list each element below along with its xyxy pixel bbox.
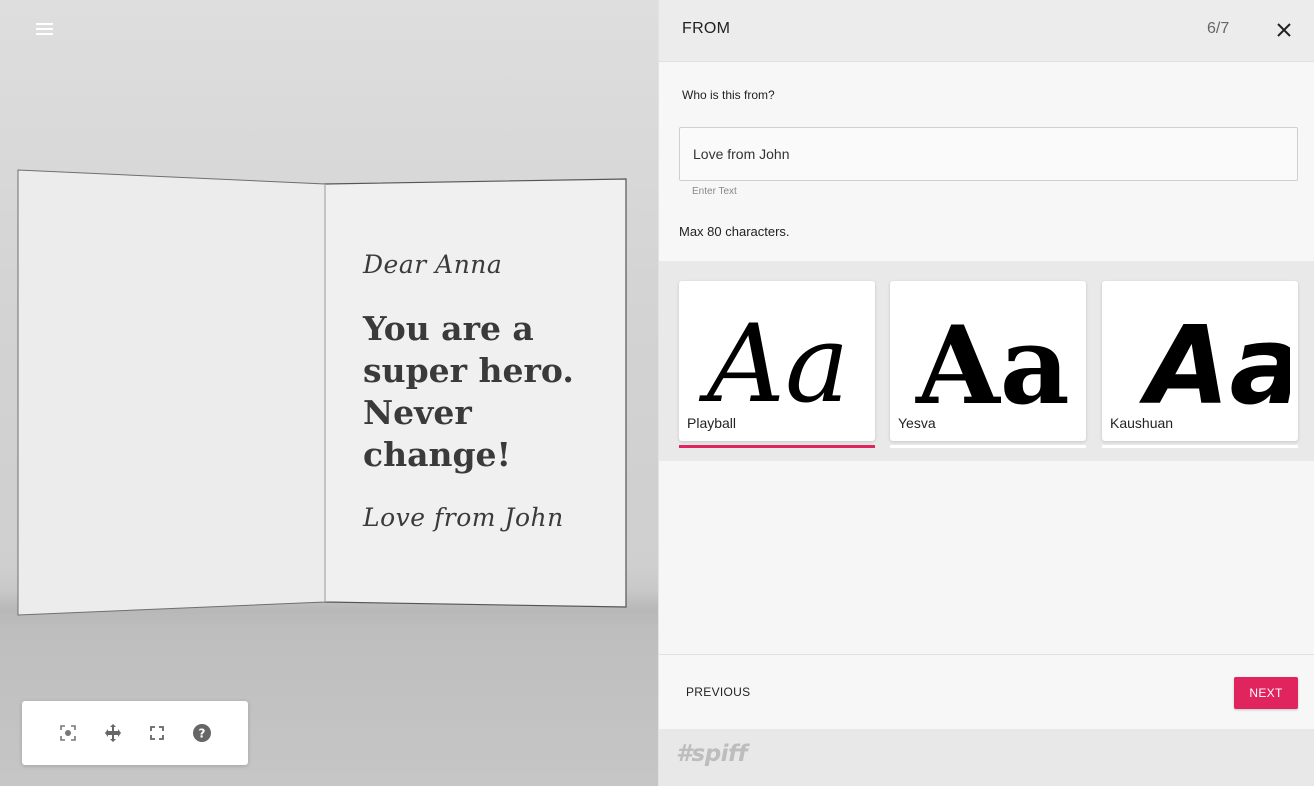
- font-sample: Aa: [1102, 301, 1298, 409]
- selected-indicator: [679, 445, 875, 448]
- font-option-playball[interactable]: Aa Playball: [679, 281, 875, 441]
- font-name: Kaushuan: [1110, 415, 1174, 431]
- spiff-logo: #spiff: [676, 741, 748, 767]
- help-icon[interactable]: ?: [191, 722, 213, 744]
- font-option-kaushuan[interactable]: Aa Kaushuan: [1102, 281, 1298, 441]
- close-icon[interactable]: [1273, 19, 1295, 41]
- previous-button[interactable]: PREVIOUS: [686, 685, 750, 699]
- viewer-toolbar: ?: [22, 701, 248, 765]
- svg-text:?: ?: [199, 727, 206, 741]
- card-left-page: [17, 169, 326, 616]
- font-sample: Aa: [890, 301, 1086, 409]
- step-navigation: PREVIOUS NEXT: [659, 654, 1314, 729]
- card-preview[interactable]: Dear Anna You are a super hero. Never ch…: [0, 0, 658, 786]
- panel-title: FROM: [682, 20, 731, 37]
- card-message: You are a super hero. Never change!: [363, 309, 574, 474]
- panel-header: FROM 6/7: [659, 0, 1314, 62]
- input-hint: Enter Text: [692, 186, 737, 197]
- focus-icon[interactable]: [57, 722, 79, 744]
- max-characters-note: Max 80 characters.: [679, 224, 790, 239]
- svg-text:Aa: Aa: [1138, 304, 1290, 409]
- next-button[interactable]: NEXT: [1234, 677, 1298, 709]
- svg-text:Aa: Aa: [915, 303, 1070, 409]
- svg-text:Aa: Aa: [698, 302, 849, 409]
- from-form: Who is this from? Enter Text Max 80 char…: [659, 62, 1314, 261]
- card-signoff: Love from John: [363, 503, 564, 532]
- unselected-indicator: [1102, 445, 1298, 448]
- move-icon[interactable]: [102, 722, 124, 744]
- font-option-yesva[interactable]: Aa Yesva: [890, 281, 1086, 441]
- card-salutation: Dear Anna: [363, 250, 503, 279]
- question-label: Who is this from?: [682, 88, 775, 102]
- footer: #spiff: [659, 729, 1314, 786]
- fullscreen-icon[interactable]: [146, 722, 168, 744]
- customize-panel: FROM 6/7 Who is this from? Enter Text Ma…: [658, 0, 1314, 786]
- font-name: Yesva: [898, 415, 936, 431]
- from-text-input[interactable]: [679, 127, 1298, 181]
- font-picker: Aa Playball Aa Yesva Aa Kaushuan: [659, 261, 1314, 461]
- unselected-indicator: [890, 445, 1086, 448]
- font-name: Playball: [687, 415, 737, 431]
- font-sample: Aa: [679, 301, 875, 409]
- step-counter: 6/7: [1207, 20, 1230, 37]
